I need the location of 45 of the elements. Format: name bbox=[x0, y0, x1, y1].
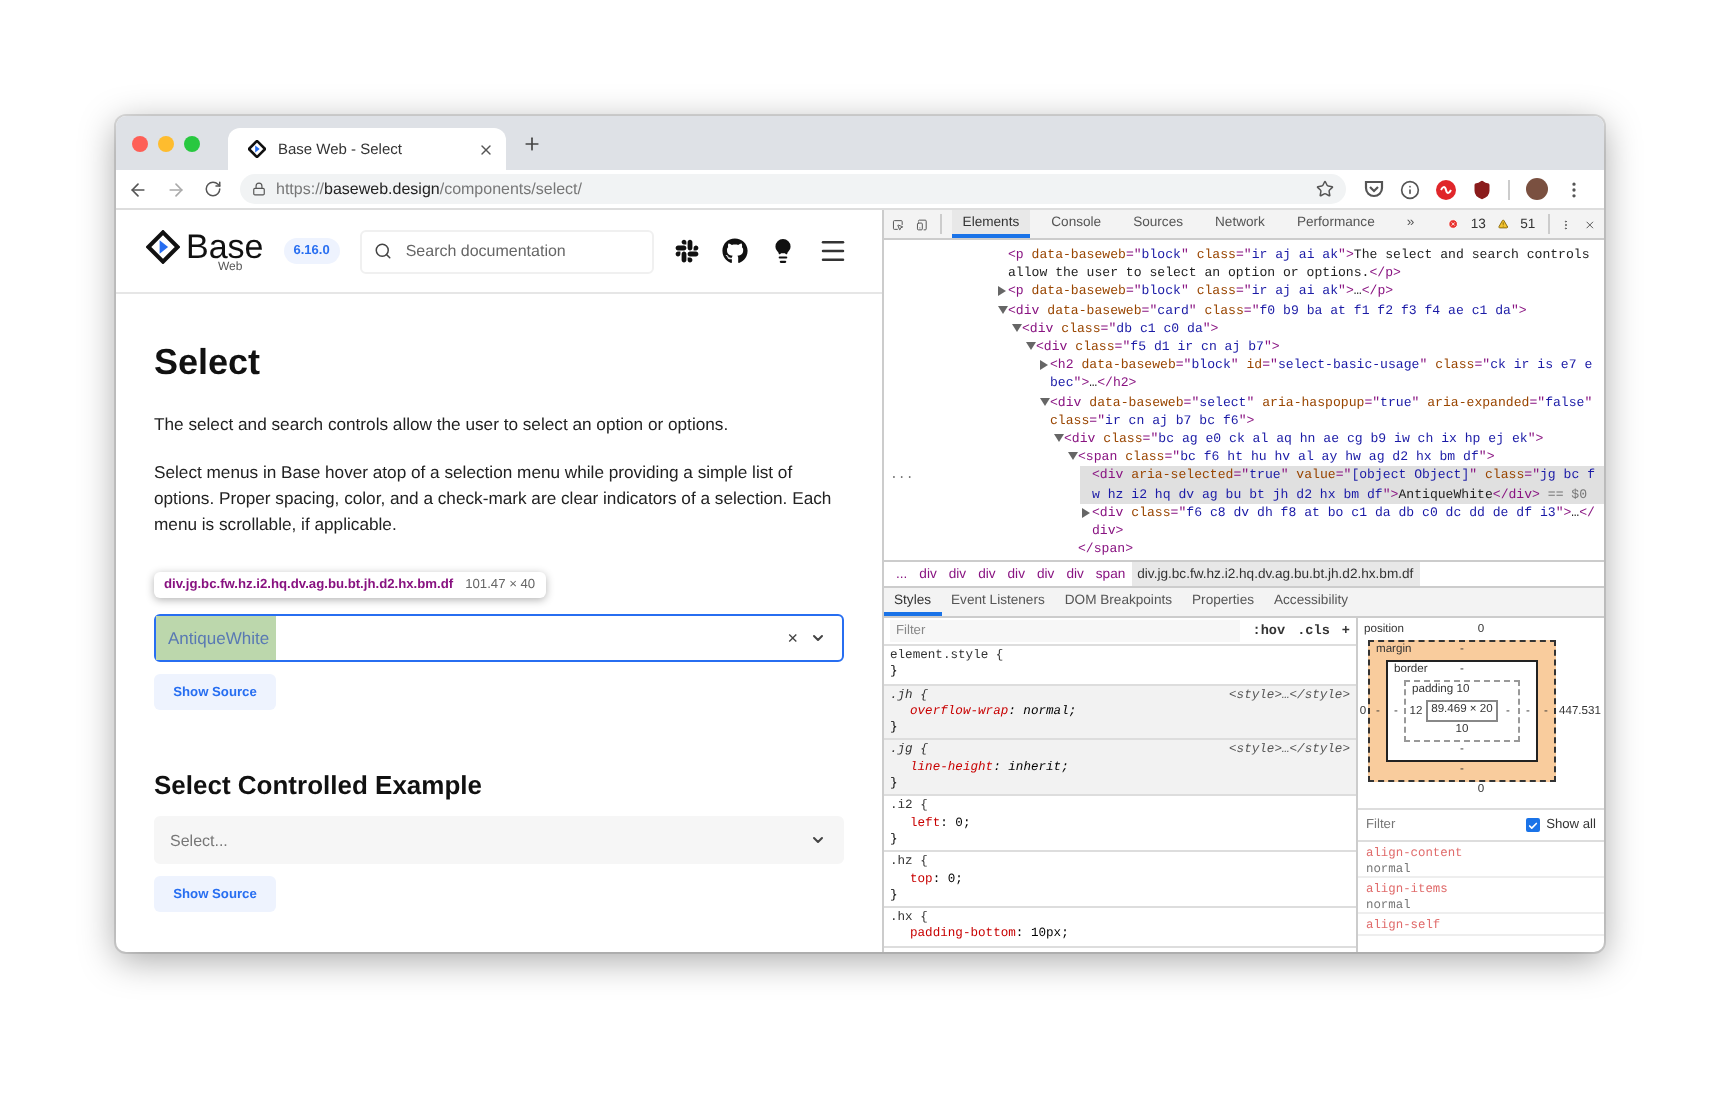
address-bar[interactable]: https://baseweb.design/components/select/ bbox=[240, 174, 1346, 204]
reload-icon[interactable] bbox=[204, 180, 222, 198]
select-field[interactable]: Select... bbox=[154, 816, 844, 864]
caret-down-icon[interactable] bbox=[1053, 434, 1063, 443]
paragraph: The select and search controls allow the user to select an option or options. bbox=[154, 412, 731, 438]
caret-icon[interactable] bbox=[810, 832, 826, 848]
close-icon[interactable] bbox=[478, 141, 494, 157]
shield-icon[interactable] bbox=[1472, 179, 1492, 199]
caret-right-icon[interactable] bbox=[1040, 360, 1048, 371]
new-tab-icon[interactable] bbox=[522, 133, 542, 153]
caret-down-icon[interactable] bbox=[1011, 323, 1021, 332]
clear-icon[interactable]: × bbox=[787, 629, 798, 647]
menu-icon[interactable] bbox=[818, 236, 848, 266]
caret-down-icon[interactable] bbox=[1067, 452, 1077, 461]
extension-icon[interactable] bbox=[1436, 179, 1456, 199]
caret-right-icon[interactable] bbox=[1082, 507, 1090, 518]
lightbulb-icon[interactable] bbox=[770, 238, 796, 264]
github-icon[interactable] bbox=[722, 238, 748, 264]
section-heading: Select Controlled Example bbox=[154, 770, 484, 800]
avatar[interactable] bbox=[1526, 178, 1548, 200]
close-icon[interactable] bbox=[1584, 215, 1596, 233]
slack-icon[interactable] bbox=[674, 238, 700, 264]
paragraph: Select menus in Base hover atop of a selection menu while providing a simple list of options. Proper spacing, color, and a check-mark are clear indicators of a selection. Each menu is scrollable, if applicable. bbox=[154, 460, 834, 538]
diamond-logo-icon bbox=[248, 140, 266, 158]
bookmark-star-icon[interactable] bbox=[1316, 180, 1334, 198]
caret-right-icon[interactable] bbox=[998, 286, 1006, 297]
error-icon bbox=[1448, 216, 1459, 232]
checkbox[interactable] bbox=[1526, 818, 1541, 832]
page-title: Select bbox=[154, 342, 263, 384]
lock-icon bbox=[252, 182, 266, 196]
caret-icon[interactable] bbox=[810, 630, 826, 646]
caret-down-icon[interactable] bbox=[1039, 397, 1049, 406]
info-icon[interactable] bbox=[1400, 179, 1420, 199]
device-toolbar-icon[interactable] bbox=[915, 215, 928, 233]
select-field[interactable]: AntiqueWhite × bbox=[154, 614, 844, 662]
back-icon[interactable] bbox=[128, 179, 148, 199]
warning-icon bbox=[1497, 216, 1509, 232]
pocket-icon[interactable] bbox=[1364, 180, 1384, 198]
logo-text: Base bbox=[186, 229, 264, 263]
diamond-logo-icon bbox=[146, 229, 180, 263]
caret-down-icon[interactable] bbox=[1025, 342, 1035, 351]
inspect-icon[interactable] bbox=[892, 215, 904, 233]
search-field[interactable]: Search documentation bbox=[359, 229, 654, 273]
caret-down-icon[interactable] bbox=[997, 305, 1007, 314]
search-icon bbox=[373, 242, 392, 260]
